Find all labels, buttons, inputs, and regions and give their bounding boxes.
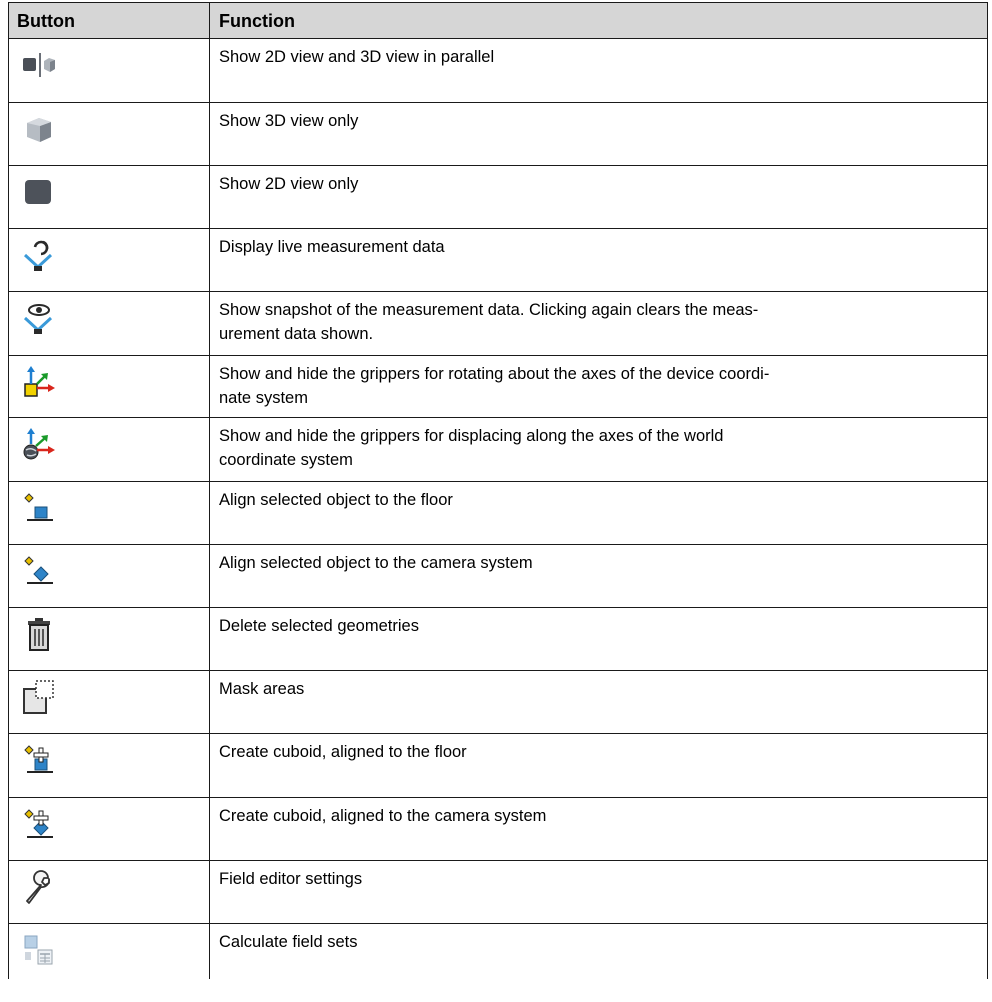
align-floor-icon[interactable] [21, 490, 57, 526]
snapshot-eye-icon[interactable] [21, 300, 57, 336]
table-row: Calculate field sets [8, 924, 988, 979]
header-function: Function [219, 11, 295, 31]
function-text: Show and hide the grippers for displacin… [219, 427, 724, 445]
table-row: Show 2D view only [8, 166, 988, 229]
mask-areas-icon[interactable] [21, 679, 57, 715]
header-button: Button [9, 3, 210, 38]
cuboid-camera-icon[interactable] [21, 806, 57, 842]
table-row: Mask areas [8, 671, 988, 734]
2d-3d-parallel-icon[interactable] [21, 47, 57, 83]
table-row: Show and hide the grippers for displacin… [8, 418, 988, 482]
function-text-cont: urement data shown. [219, 325, 374, 343]
table-row: Display live measurement data [8, 229, 988, 292]
function-text: Show 3D view only [219, 112, 359, 130]
table-row: Align selected object to the floor [8, 482, 988, 545]
table-row: Show snapshot of the measurement data. C… [8, 292, 988, 356]
align-camera-icon[interactable] [21, 553, 57, 589]
table-row: Show 3D view only [8, 103, 988, 166]
table-row: Create cuboid, aligned to the floor [8, 734, 988, 798]
function-text: Show and hide the grippers for rotating … [219, 365, 770, 383]
function-text-cont: coordinate system [219, 451, 353, 469]
function-text: Show 2D view only [219, 175, 359, 193]
function-text: Delete selected geometries [219, 617, 419, 635]
table-row: Delete selected geometries [8, 608, 988, 671]
function-text: Calculate field sets [219, 933, 358, 951]
calculator-icon[interactable] [21, 932, 57, 968]
cuboid-floor-icon[interactable] [21, 742, 57, 778]
table-row: Field editor settings [8, 861, 988, 924]
function-text: Field editor settings [219, 870, 363, 888]
2d-square-icon[interactable] [21, 174, 57, 210]
function-text: Show snapshot of the measurement data. C… [219, 301, 759, 319]
function-text-cont: nate system [219, 389, 308, 407]
table-header: Button Function [8, 2, 988, 39]
live-data-icon[interactable] [21, 237, 57, 273]
function-text: Align selected object to the camera syst… [219, 554, 533, 572]
function-text: Create cuboid, aligned to the floor [219, 743, 467, 761]
table-row: Show 2D view and 3D view in parallel [8, 39, 988, 103]
table-row: Create cuboid, aligned to the camera sys… [8, 798, 988, 861]
3d-cube-icon[interactable] [21, 111, 57, 147]
function-text: Show 2D view and 3D view in parallel [219, 48, 495, 66]
function-text: Display live measurement data [219, 238, 445, 256]
function-text: Mask areas [219, 680, 305, 698]
table-row: Align selected object to the camera syst… [8, 545, 988, 608]
trash-icon[interactable] [21, 616, 57, 652]
table-row: Show and hide the grippers for rotating … [8, 356, 988, 418]
function-text: Create cuboid, aligned to the camera sys… [219, 807, 547, 825]
button-function-table: Button Function Show 2D view and 3D view… [8, 2, 988, 979]
wrench-icon[interactable] [21, 869, 57, 905]
rotate-grippers-icon[interactable] [21, 364, 57, 400]
function-text: Align selected object to the floor [219, 491, 453, 509]
displace-grippers-icon[interactable] [21, 426, 57, 462]
